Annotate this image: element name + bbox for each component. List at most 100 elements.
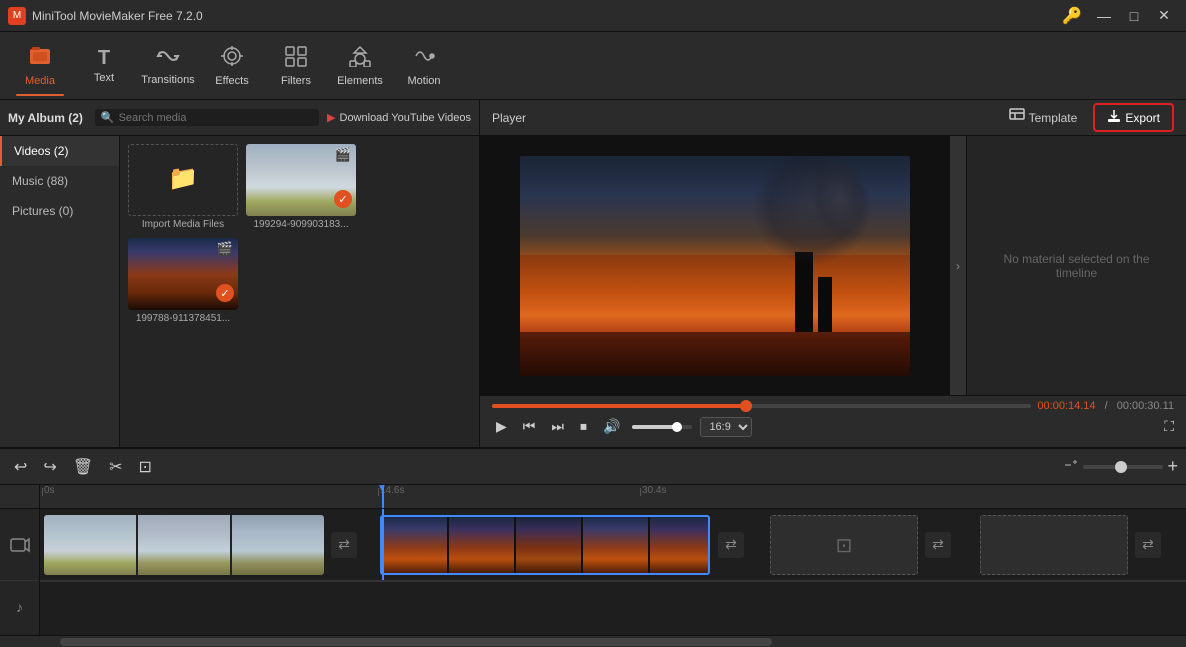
- left-panel: My Album (2) 🔍 ▶ Download YouTube Videos…: [0, 100, 480, 447]
- left-content-area: Videos (2) Music (88) Pictures (0) 📁 Imp…: [0, 136, 479, 447]
- app-title: MiniTool MovieMaker Free 7.2.0: [32, 9, 1062, 23]
- toolbar-text[interactable]: T Text: [72, 36, 136, 96]
- toolbar-motion[interactable]: Motion: [392, 36, 456, 96]
- volume-bar[interactable]: [632, 425, 692, 429]
- timeline-ruler: 0s 14.6s 30.4s: [40, 485, 1186, 509]
- toolbar-filters[interactable]: Filters: [264, 36, 328, 96]
- toolbar-motion-label: Motion: [407, 75, 440, 87]
- youtube-icon: ▶: [327, 111, 335, 124]
- template-icon: [1009, 108, 1025, 127]
- import-media-item[interactable]: 📁 Import Media Files: [128, 144, 238, 230]
- download-youtube-button[interactable]: ▶ Download YouTube Videos: [327, 111, 471, 124]
- sidebar-item-videos[interactable]: Videos (2): [0, 136, 119, 166]
- import-icon: 📁: [168, 164, 198, 193]
- search-icon: 🔍: [101, 111, 115, 124]
- controls-row: ▶ ⏮ ⏭ ⏹ 🔊 16:9 9:16 4:3 1:1 ⛶: [492, 416, 1174, 437]
- undo-button[interactable]: ↩: [8, 453, 33, 481]
- redo-button[interactable]: ↪: [37, 453, 62, 481]
- video-camera-icon-2: 🎬: [217, 241, 233, 257]
- yt-btn-label: Download YouTube Videos: [340, 112, 472, 124]
- toolbar: Media T Text Transitions Effects Filters…: [0, 32, 1186, 100]
- toolbar-transitions[interactable]: Transitions: [136, 36, 200, 96]
- next-frame-button[interactable]: ⏭: [547, 416, 568, 437]
- toolbar-elements[interactable]: Elements: [328, 36, 392, 96]
- delete-button[interactable]: 🗑: [67, 453, 99, 481]
- motion-icon: [412, 45, 436, 73]
- clip-1[interactable]: [44, 515, 324, 575]
- player-title: Player: [492, 111, 746, 125]
- no-material-text: No material selected on the timeline: [983, 252, 1170, 280]
- player-header: Player Template Export: [480, 100, 1186, 136]
- seek-bar[interactable]: [492, 404, 1031, 408]
- prev-frame-button[interactable]: ⏮: [519, 416, 540, 437]
- track-area: ⇄ ⇄: [40, 509, 1186, 635]
- right-info-panel: No material selected on the timeline: [966, 136, 1186, 395]
- timeline-toolbar: ↩ ↪ 🗑 ✂ ⊡ +: [0, 449, 1186, 485]
- ruler-mark-0: 0s: [42, 485, 55, 496]
- player-area: › No material selected on the timeline: [480, 136, 1186, 395]
- timeline-scroll-area[interactable]: 0s 14.6s 30.4s: [40, 485, 1186, 635]
- media-item-video2[interactable]: 🎬 ✓ 199788-911378451...: [128, 238, 238, 324]
- search-input[interactable]: [119, 112, 219, 124]
- ruler-mark-14: 14.6s: [378, 485, 404, 496]
- toolbar-effects[interactable]: Effects: [200, 36, 264, 96]
- crop-button[interactable]: ⊡: [133, 453, 158, 481]
- sidebar-item-pictures[interactable]: Pictures (0): [0, 196, 119, 226]
- timeline-body: ♪ 0s 14.6s 30.4s: [0, 485, 1186, 635]
- left-sidebar: Videos (2) Music (88) Pictures (0): [0, 136, 120, 447]
- timeline-track-icons: ♪: [0, 485, 40, 635]
- play-button[interactable]: ▶: [492, 416, 511, 437]
- toolbar-filters-label: Filters: [281, 75, 311, 87]
- total-time: 00:00:30.11: [1117, 400, 1174, 412]
- filters-icon: [284, 45, 308, 73]
- media-icon: [28, 45, 52, 73]
- swap-button-1[interactable]: ⇄: [331, 532, 357, 558]
- template-button[interactable]: Template: [1001, 104, 1086, 131]
- close-button[interactable]: ✕: [1150, 5, 1178, 27]
- collapse-panel-button[interactable]: ›: [950, 136, 966, 395]
- search-area[interactable]: 🔍: [95, 109, 319, 126]
- volume-button[interactable]: 🔊: [599, 416, 624, 437]
- zoom-add-button[interactable]: +: [1167, 456, 1178, 477]
- clip-placeholder-2[interactable]: [980, 515, 1128, 575]
- timeline-scrollbar[interactable]: [0, 635, 1186, 647]
- scrollbar-track[interactable]: [1, 637, 1186, 647]
- aspect-ratio-select[interactable]: 16:9 9:16 4:3 1:1: [700, 417, 752, 437]
- clip-placeholder-1[interactable]: ⊡: [770, 515, 918, 575]
- swap-button-2[interactable]: ⇄: [718, 532, 744, 558]
- album-title: My Album (2): [8, 111, 83, 125]
- right-panel: Player Template Export: [480, 100, 1186, 447]
- key-icon: 🔑: [1062, 6, 1082, 26]
- video-camera-icon: 🎬: [335, 147, 351, 163]
- toolbar-media[interactable]: Media: [8, 36, 72, 96]
- maximize-button[interactable]: □: [1120, 5, 1148, 27]
- toolbar-media-label: Media: [25, 75, 55, 87]
- minimize-button[interactable]: —: [1090, 5, 1118, 27]
- toolbar-elements-label: Elements: [337, 75, 383, 87]
- video-track: ⇄ ⇄: [40, 509, 1186, 581]
- sidebar-item-music[interactable]: Music (88): [0, 166, 119, 196]
- timeline: ↩ ↪ 🗑 ✂ ⊡ + ♪ 0s 14: [0, 447, 1186, 647]
- clip-2[interactable]: [380, 515, 710, 575]
- media-label-1: 199294-909903183...: [246, 219, 356, 230]
- placeholder-icon: ⊡: [836, 533, 853, 558]
- scrollbar-thumb[interactable]: [60, 638, 772, 646]
- zoom-slider[interactable]: [1083, 465, 1163, 469]
- zoom-controls: +: [1063, 456, 1178, 477]
- main-area: My Album (2) 🔍 ▶ Download YouTube Videos…: [0, 100, 1186, 447]
- ruler-mark-30: 30.4s: [640, 485, 666, 496]
- check-badge-1: ✓: [334, 190, 352, 208]
- cut-button[interactable]: ✂: [103, 453, 128, 481]
- transitions-icon: [156, 46, 180, 72]
- stop-button[interactable]: ⏹: [576, 416, 591, 437]
- swap-button-3[interactable]: ⇄: [925, 532, 951, 558]
- export-button[interactable]: Export: [1093, 103, 1174, 132]
- swap-button-4[interactable]: ⇄: [1135, 532, 1161, 558]
- window-controls: — □ ✕: [1090, 5, 1178, 27]
- zoom-icon: [1063, 457, 1079, 476]
- video-player: [480, 136, 950, 395]
- player-controls: 00:00:14.14 / 00:00:30.11 ▶ ⏮ ⏭ ⏹ 🔊 16:9…: [480, 395, 1186, 447]
- fullscreen-button[interactable]: ⛶: [1164, 418, 1174, 435]
- media-item-video1[interactable]: 🎬 ✓ 199294-909903183...: [246, 144, 356, 230]
- toolbar-text-label: Text: [94, 72, 114, 84]
